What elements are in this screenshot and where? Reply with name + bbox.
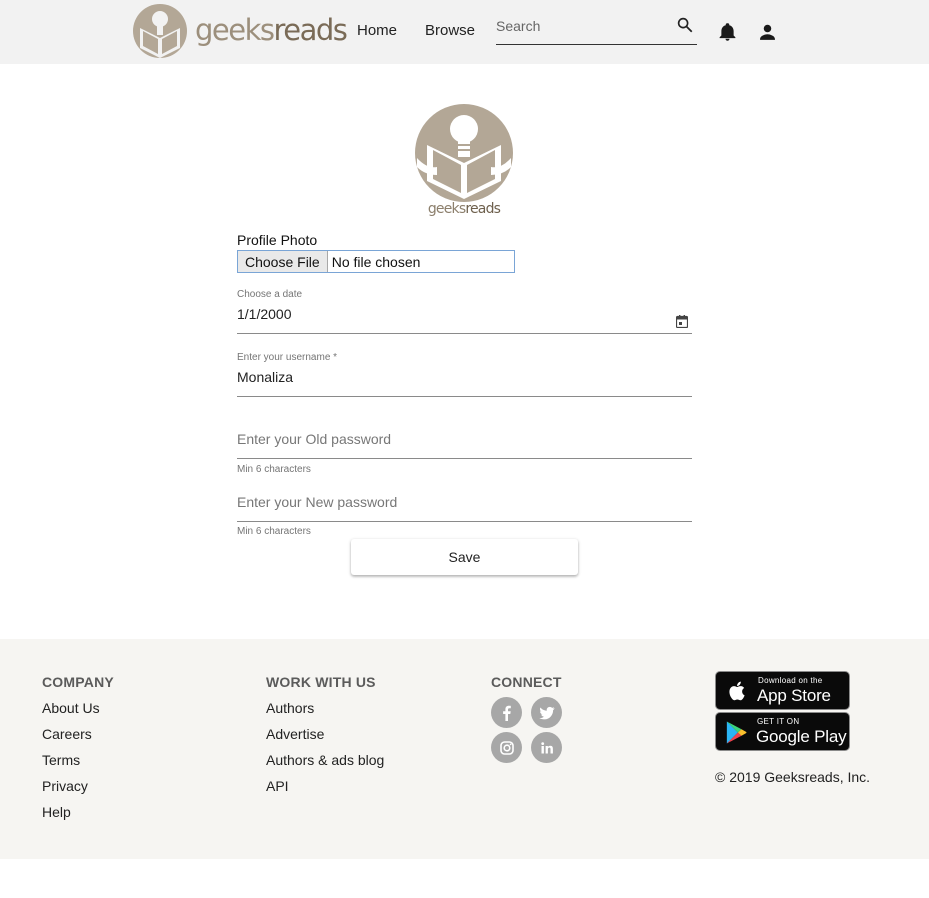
profile-photo-label: Profile Photo	[237, 232, 318, 248]
old-password-field[interactable]: Enter your Old password	[237, 413, 692, 459]
footer-link-careers[interactable]: Careers	[42, 726, 114, 744]
search-input[interactable]	[496, 15, 666, 37]
footer-link-privacy[interactable]: Privacy	[42, 778, 114, 796]
footer-link-help[interactable]: Help	[42, 804, 114, 822]
apple-icon	[729, 681, 745, 701]
google-play-small-text: GET IT ON	[757, 717, 800, 726]
top-navigation-bar: geeksreads Home Browse	[0, 0, 929, 64]
app-store-big-text: App Store	[757, 686, 831, 705]
nav-browse-link[interactable]: Browse	[425, 22, 475, 39]
footer-work-column: WORK WITH US Authors Advertise Authors &…	[266, 674, 384, 796]
geeksreads-logo-icon	[133, 4, 187, 58]
brand-logo[interactable]: geeksreads	[131, 4, 348, 60]
new-password-hint: Min 6 characters	[237, 526, 311, 537]
choose-file-button[interactable]: Choose File	[238, 251, 328, 272]
old-password-placeholder: Enter your Old password	[237, 431, 392, 447]
notifications-bell-icon[interactable]	[717, 21, 738, 43]
app-store-small-text: Download on the	[758, 676, 823, 685]
copyright-text: © 2019 Geeksreads, Inc.	[715, 769, 871, 785]
footer-company-column: COMPANY About Us Careers Terms Privacy H…	[42, 674, 114, 822]
nav-home-link[interactable]: Home	[357, 22, 397, 39]
username-field[interactable]: Enter your username * Monaliza	[237, 350, 692, 397]
search-icon[interactable]	[676, 16, 694, 34]
google-play-icon	[726, 721, 747, 744]
file-status-text: No file chosen	[331, 253, 421, 270]
new-password-field[interactable]: Enter your New password	[237, 476, 692, 522]
app-store-badge[interactable]: Download on the App Store	[715, 671, 850, 710]
username-value: Monaliza	[237, 369, 294, 385]
account-icon[interactable]	[757, 21, 778, 43]
form-logo: geeksreads	[413, 103, 515, 219]
instagram-icon[interactable]	[491, 732, 522, 763]
footer-link-terms[interactable]: Terms	[42, 752, 114, 770]
google-play-big-text: Google Play	[756, 727, 847, 746]
footer-link-authors-ads-blog[interactable]: Authors & ads blog	[266, 752, 384, 770]
footer-link-about-us[interactable]: About Us	[42, 700, 114, 718]
geeksreads-logo-icon	[415, 104, 513, 202]
date-label: Choose a date	[237, 289, 303, 300]
footer-company-title: COMPANY	[42, 674, 114, 690]
old-password-hint: Min 6 characters	[237, 464, 311, 475]
footer-link-api[interactable]: API	[266, 778, 384, 796]
username-label: Enter your username *	[237, 352, 338, 363]
footer-work-title: WORK WITH US	[266, 674, 376, 690]
footer: COMPANY About Us Careers Terms Privacy H…	[0, 639, 929, 859]
linkedin-icon[interactable]	[531, 732, 562, 763]
date-value: 1/1/2000	[237, 306, 292, 322]
search-bar	[496, 12, 697, 45]
form-logo-wordmark: geeksreads	[427, 201, 501, 217]
footer-link-authors[interactable]: Authors	[266, 700, 384, 718]
save-button[interactable]: Save	[351, 539, 578, 575]
brand-wordmark: geeksreads	[195, 13, 348, 47]
calendar-icon[interactable]	[676, 315, 688, 328]
twitter-icon[interactable]	[531, 697, 562, 728]
date-field[interactable]: Choose a date 1/1/2000	[237, 287, 692, 334]
footer-link-advertise[interactable]: Advertise	[266, 726, 384, 744]
footer-connect-column: CONNECT	[491, 674, 562, 692]
google-play-badge[interactable]: GET IT ON Google Play	[715, 712, 850, 751]
profile-photo-file-input[interactable]: Choose File No file chosen	[237, 250, 515, 273]
facebook-icon[interactable]	[491, 697, 522, 728]
new-password-placeholder: Enter your New password	[237, 494, 398, 510]
footer-connect-title: CONNECT	[491, 674, 562, 690]
